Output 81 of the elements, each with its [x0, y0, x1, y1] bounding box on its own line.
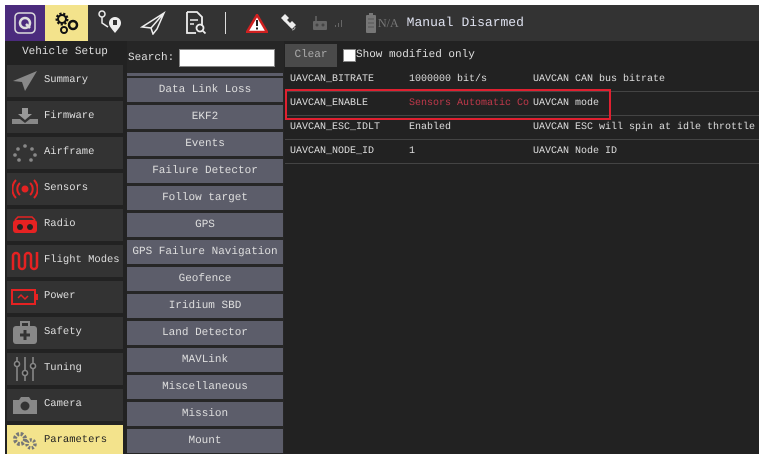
- group-button[interactable]: Mount: [127, 429, 283, 453]
- sidebar-item[interactable]: Camera: [7, 389, 123, 421]
- group-button[interactable]: MAVLink: [127, 348, 283, 372]
- checkbox-label: Show modified only: [356, 48, 475, 64]
- parameter-description: UAVCAN mode: [533, 96, 600, 111]
- sidebar-item[interactable]: Airframe: [7, 137, 123, 169]
- dots-ring-icon: [12, 143, 38, 163]
- parameter-row[interactable]: UAVCAN_NODE_ID 1 UAVCAN Node ID: [285, 140, 759, 164]
- sidebar-item[interactable]: Safety: [7, 317, 123, 349]
- signal-bars-icon: [334, 18, 344, 28]
- toolbar-view-button[interactable]: [5, 5, 45, 41]
- battery-icon: [11, 289, 39, 305]
- group-button[interactable]: Events: [127, 132, 283, 156]
- sidebar-item[interactable]: Firmware: [7, 101, 123, 133]
- parameter-row[interactable]: UAVCAN_ESC_IDLT Enabled UAVCAN ESC will spin at idle throttle: [285, 116, 759, 140]
- clear-button[interactable]: Clear: [285, 44, 337, 67]
- parameter-row[interactable]: UAVCAN_ENABLE Sensors Automatic Co UAVCAN mode: [285, 92, 759, 116]
- parameter-row[interactable]: UAVCAN_BITRATE 1000000 bit/s UAVCAN CAN bus bitrate: [285, 68, 759, 92]
- group-button[interactable]: Failure Detector: [127, 159, 283, 183]
- sidebar-item-label: Radio: [44, 217, 76, 232]
- arm-status[interactable]: Disarmed: [461, 13, 524, 33]
- group-button[interactable]: Land Detector: [127, 321, 283, 345]
- toolbar-view-button[interactable]: [45, 5, 88, 41]
- radio-transmitter-icon[interactable]: [312, 15, 328, 31]
- sidebar-item[interactable]: Summary: [7, 65, 123, 97]
- group-button[interactable]: GPS: [127, 213, 283, 237]
- warning-icon[interactable]: [246, 14, 268, 32]
- sliders-icon: [13, 356, 37, 382]
- sidebar-item-label: Summary: [44, 73, 88, 88]
- parameter-name[interactable]: UAVCAN_ESC_IDLT: [285, 120, 409, 135]
- paper-plane-icon[interactable]: [140, 11, 166, 35]
- sidebar-item[interactable]: Tuning: [7, 353, 123, 385]
- battery-status: N/A: [378, 15, 399, 32]
- sidebar-item-label: Firmware: [44, 109, 94, 124]
- group-button[interactable]: Geofence: [127, 267, 283, 291]
- sidebar-item[interactable]: Flight Modes: [7, 245, 123, 277]
- first-aid-kit-icon: [12, 321, 38, 345]
- sidebar-item[interactable]: Power: [7, 281, 123, 313]
- flight-mode[interactable]: Manual: [406, 13, 454, 33]
- group-button[interactable]: EKF2: [127, 105, 283, 129]
- wave-icon: [11, 250, 39, 272]
- broadcast-icon: [12, 179, 38, 199]
- checkbox[interactable]: [343, 49, 356, 62]
- parameter-name[interactable]: UAVCAN_NODE_ID: [285, 144, 409, 159]
- document-search-icon[interactable]: [184, 10, 208, 36]
- parameter-value[interactable]: 1: [409, 144, 533, 159]
- parameter-description: UAVCAN ESC will spin at idle throttle: [533, 120, 756, 135]
- group-button[interactable]: Mission: [127, 402, 283, 426]
- search-field[interactable]: [179, 49, 276, 67]
- gears-icon: [11, 431, 39, 451]
- group-button[interactable]: Follow target: [127, 186, 283, 210]
- sidebar-item-label: Power: [44, 289, 76, 304]
- sidebar-item-label: Flight Modes: [44, 253, 120, 268]
- parameter-name[interactable]: UAVCAN_BITRATE: [285, 72, 409, 87]
- sidebar-item-label: Safety: [44, 325, 82, 340]
- gears-icon[interactable]: [52, 11, 80, 35]
- download-tray-icon: [11, 107, 39, 127]
- sidebar-item[interactable]: Parameters: [7, 425, 123, 454]
- sidebar-item-label: Sensors: [44, 181, 88, 196]
- paper-plane-icon: [12, 70, 38, 92]
- parameter-value[interactable]: 1000000 bit/s: [409, 72, 533, 87]
- group-button[interactable]: Data Link Loss: [127, 78, 283, 102]
- sidebar-item-label: Airframe: [44, 145, 94, 160]
- camera-icon: [12, 395, 38, 415]
- sidebar-item[interactable]: Radio: [7, 209, 123, 241]
- group-button[interactable]: GPS Failure Navigation: [127, 240, 283, 264]
- parameter-value[interactable]: Enabled: [409, 120, 533, 135]
- group-button[interactable]: Miscellaneous: [127, 375, 283, 399]
- group-button[interactable]: Iridium SBD: [127, 294, 283, 318]
- search-label: Search:: [128, 50, 174, 66]
- sidebar-title: Vehicle Setup: [21, 45, 109, 60]
- sidebar-item-label: Tuning: [44, 361, 82, 376]
- parameter-description: UAVCAN Node ID: [533, 144, 618, 159]
- parameter-description: UAVCAN CAN bus bitrate: [533, 72, 666, 87]
- parameter-name[interactable]: UAVCAN_ENABLE: [285, 96, 409, 111]
- radio-icon: [12, 216, 38, 234]
- sidebar-item-label: Camera: [44, 397, 82, 412]
- sidebar-item-label: Parameters: [44, 433, 108, 448]
- battery-icon[interactable]: [366, 13, 376, 33]
- app-logo-icon[interactable]: [14, 12, 36, 34]
- sidebar-item[interactable]: Sensors: [7, 173, 123, 205]
